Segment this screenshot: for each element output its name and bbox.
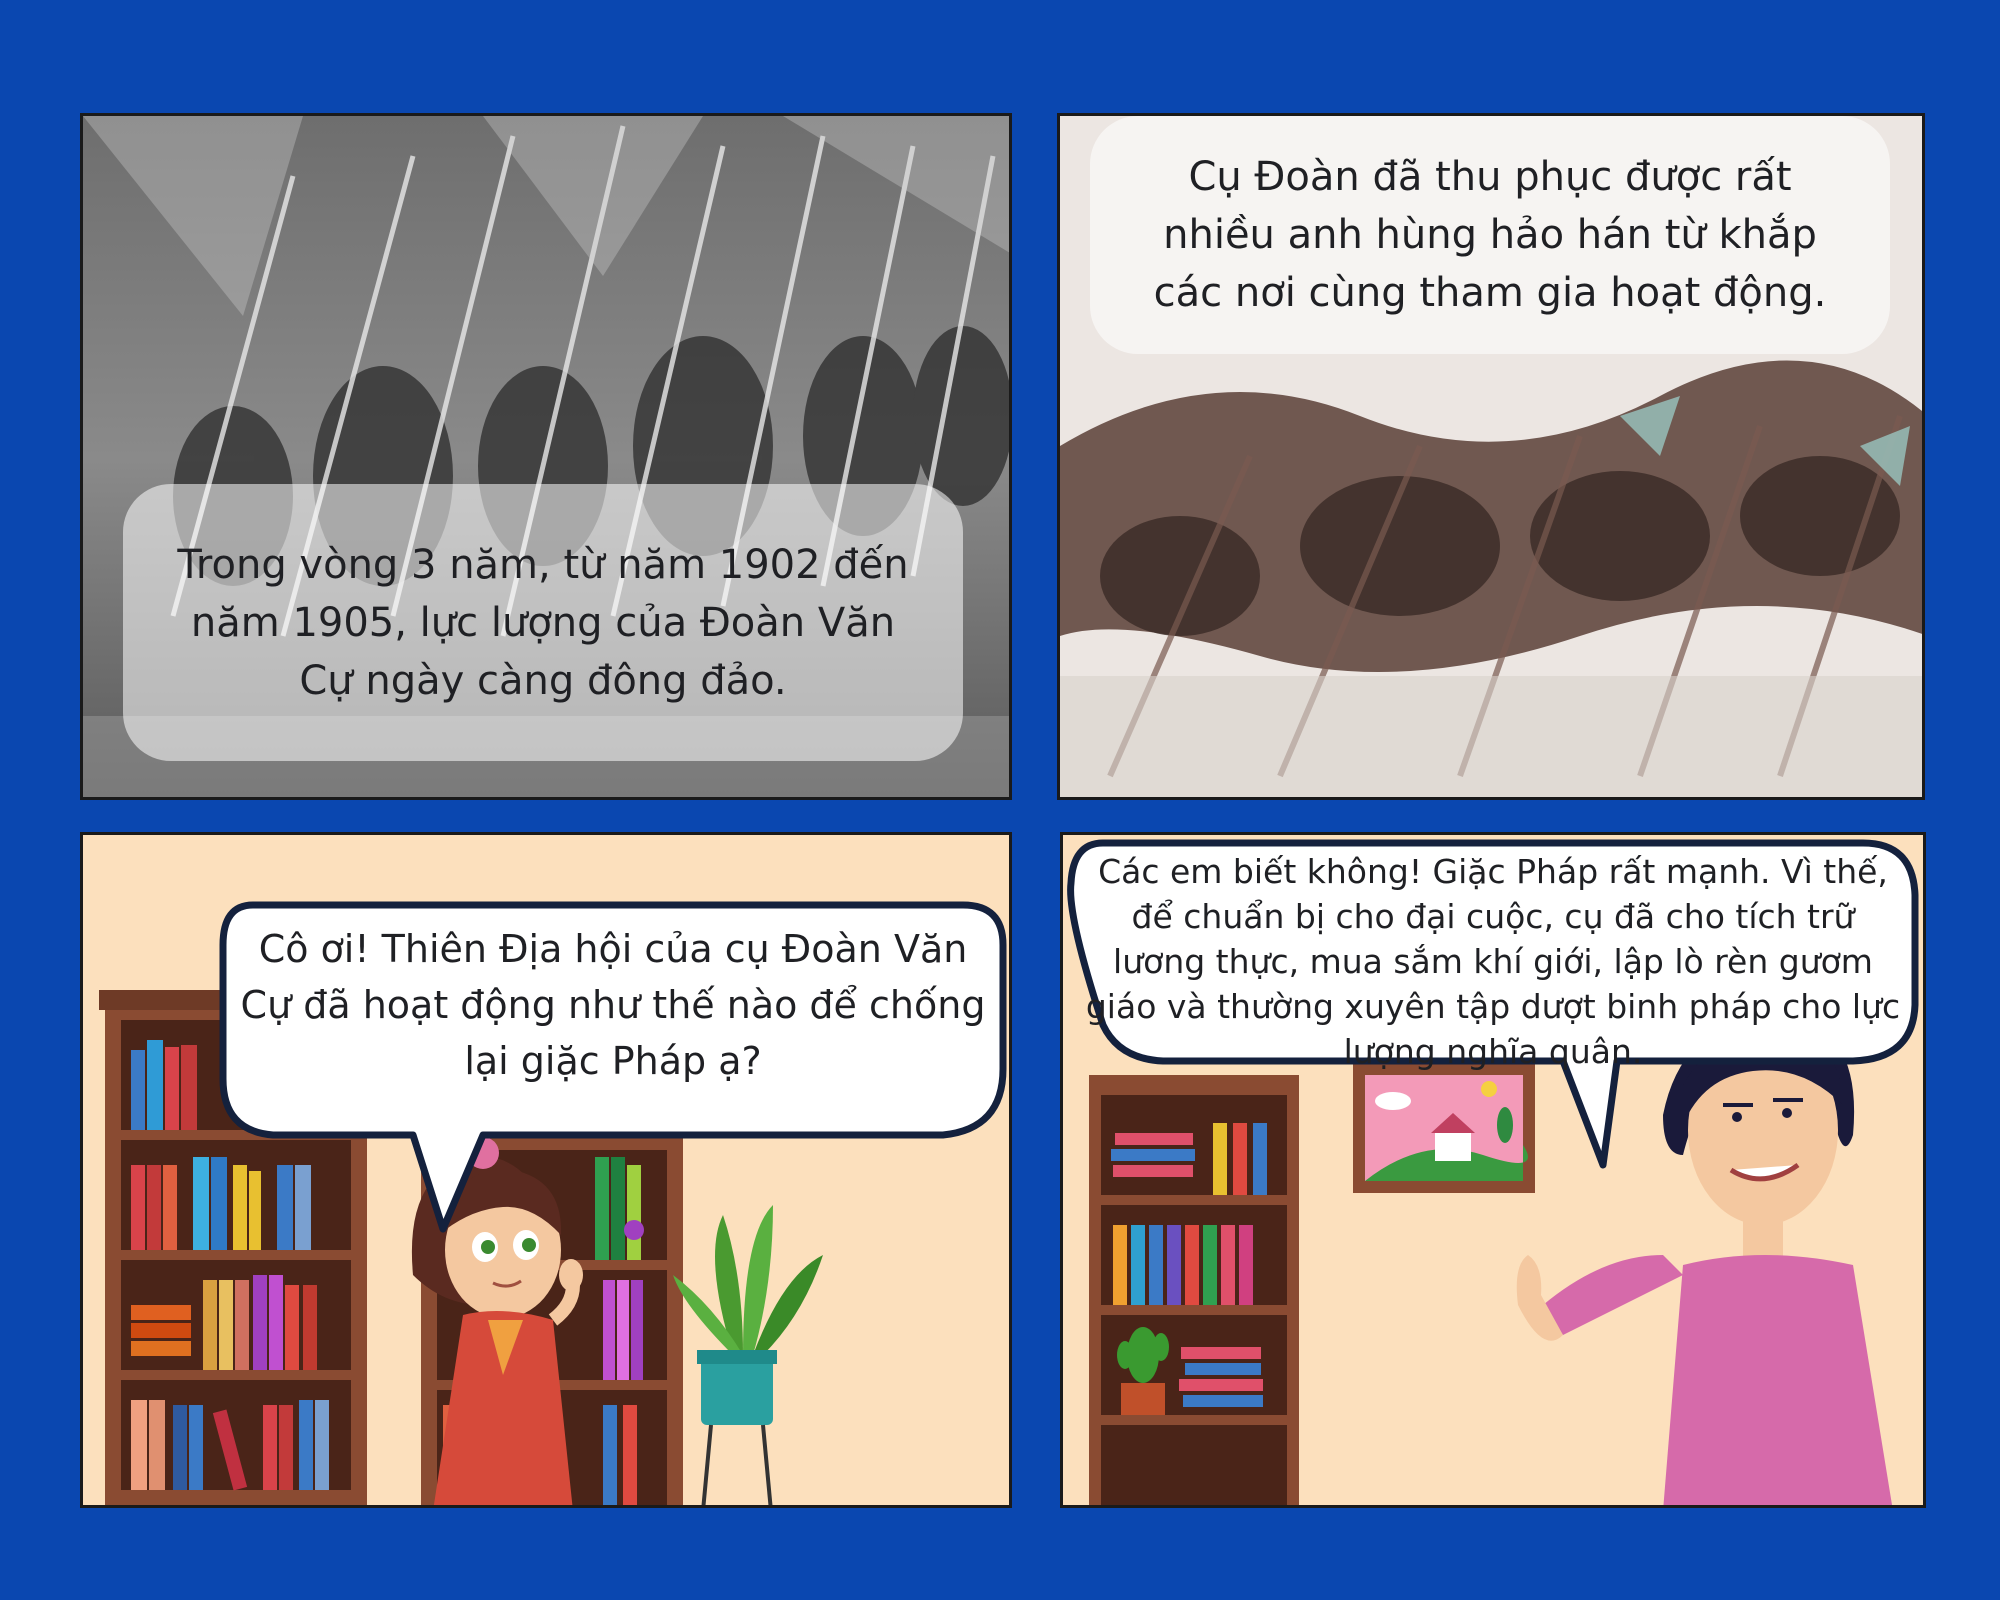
speech-bubble: Các em biết không! Giặc Pháp rất mạnh. V… bbox=[1063, 835, 1923, 1175]
speech-text: Cô ơi! Thiên Địa hội của cụ Đoàn Văn Cự … bbox=[240, 927, 986, 1083]
panel-painted-illustration: Cụ Đoàn đã thu phục được rất nhiều anh h… bbox=[1057, 113, 1925, 800]
speech-bubble: Cô ơi! Thiên Địa hội của cụ Đoàn Văn Cự … bbox=[213, 899, 1009, 1259]
caption-box: Trong vòng 3 năm, từ năm 1902 đến năm 19… bbox=[123, 484, 963, 761]
panel-library-girl: Cô ơi! Thiên Địa hội của cụ Đoàn Văn Cự … bbox=[80, 832, 1012, 1508]
speech-text: Các em biết không! Giặc Pháp rất mạnh. V… bbox=[1085, 852, 1901, 1071]
panel-teacher: Các em biết không! Giặc Pháp rất mạnh. V… bbox=[1060, 832, 1926, 1508]
caption-box: Cụ Đoàn đã thu phục được rất nhiều anh h… bbox=[1090, 116, 1890, 354]
panel-historical-photo: Trong vòng 3 năm, từ năm 1902 đến năm 19… bbox=[80, 113, 1012, 800]
